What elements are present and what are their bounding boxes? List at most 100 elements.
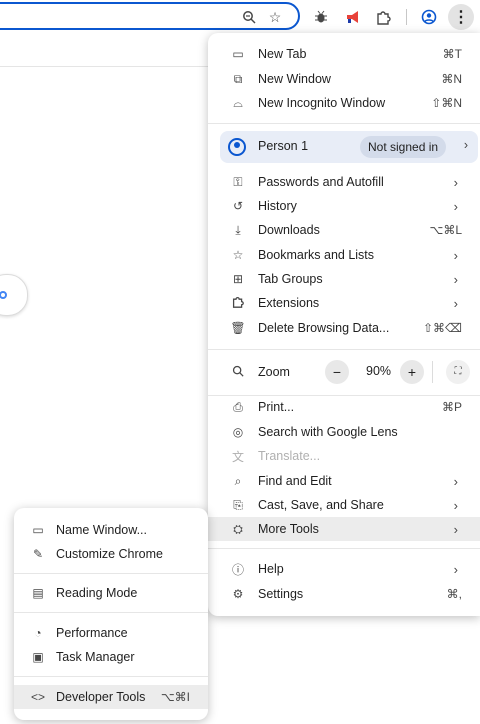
translate-icon: 文 <box>231 449 244 464</box>
chrome-main-menu: ▭ New Tab ⌘T ⧉ New Window ⌘N ⌓ New Incog… <box>208 33 480 616</box>
window-icon: ▭ <box>32 523 44 537</box>
find-page-icon: ⌕ <box>234 473 242 488</box>
menu-item-label: New Tab <box>258 47 307 61</box>
chevron-right-icon: › <box>453 271 458 287</box>
menu-item-lens[interactable]: ◎ Search with Google Lens <box>208 420 480 444</box>
menu-item-bookmarks[interactable]: ☆ Bookmarks and Lists › <box>208 243 480 267</box>
menu-item-label: Find and Edit <box>258 474 332 488</box>
menu-item-zoom: Zoom − 90% + ⛶ <box>208 356 480 388</box>
extensions-puzzle-icon <box>230 296 246 311</box>
menu-item-label: Extensions <box>258 296 320 310</box>
submenu-item-reading-mode[interactable]: ▤ Reading Mode <box>14 581 208 605</box>
code-brackets-icon: <> <box>30 690 45 704</box>
shortcut-label: ⇧⌘⌫ <box>422 321 462 335</box>
submenu-item-name-window[interactable]: ▭ Name Window... <box>14 518 208 542</box>
chevron-right-icon: › <box>453 521 458 537</box>
zoom-icon[interactable] <box>240 8 258 26</box>
menu-item-new-tab[interactable]: ▭ New Tab ⌘T <box>208 42 480 66</box>
bug-extension-icon[interactable] <box>312 8 330 26</box>
incognito-icon: ⌓ <box>233 95 243 110</box>
submenu-item-dev-tools[interactable]: <> Developer Tools ⌥⌘I <box>14 685 208 709</box>
sign-in-status-badge: Not signed in <box>360 136 447 158</box>
menu-item-extensions[interactable]: Extensions › <box>208 291 480 315</box>
menu-item-label: Developer Tools <box>56 690 146 704</box>
more-tools-submenu: ▭ Name Window... ✎ Customize Chrome ▤ Re… <box>14 508 208 720</box>
submenu-item-task-manager[interactable]: ▣ Task Manager <box>14 645 208 669</box>
menu-item-label: Name Window... <box>56 523 148 537</box>
profile-icon[interactable] <box>420 8 438 26</box>
toolbox-icon: ⛭ <box>233 521 243 536</box>
profile-avatar-icon <box>228 138 246 156</box>
printer-icon: ⎙ <box>233 399 243 414</box>
menu-item-label: Cast, Save, and Share <box>258 498 384 512</box>
menu-item-help[interactable]: ⓘ Help › <box>208 557 480 581</box>
submenu-item-customize[interactable]: ✎ Customize Chrome <box>14 542 208 566</box>
menu-item-label: Tab Groups <box>258 272 323 286</box>
menu-item-tab-groups[interactable]: ⊞ Tab Groups › <box>208 267 480 291</box>
menu-separator <box>208 123 480 124</box>
menu-item-label: Passwords and Autofill <box>258 175 384 189</box>
menu-item-new-window[interactable]: ⧉ New Window ⌘N <box>208 67 480 91</box>
browser-toolbar: ☆ ⋮ <box>0 0 480 34</box>
menu-item-label: Delete Browsing Data... <box>258 321 390 335</box>
zoom-divider <box>432 361 433 383</box>
menu-separator <box>14 612 208 613</box>
google-lens-icon: ◎ <box>232 425 244 439</box>
menu-separator <box>208 349 480 350</box>
menu-item-more-tools[interactable]: ⛭ More Tools › <box>208 517 480 541</box>
menu-item-label: Zoom <box>258 365 290 379</box>
extensions-puzzle-icon[interactable] <box>374 8 392 26</box>
menu-item-label: New Incognito Window <box>258 96 386 110</box>
menu-item-print[interactable]: ⎙ Print... ⌘P <box>208 395 480 419</box>
shortcut-label: ⌥⌘L <box>429 223 462 237</box>
profile-row[interactable]: Person 1 Not signed in › <box>220 131 478 163</box>
megaphone-extension-icon[interactable] <box>344 8 362 26</box>
menu-item-label: Bookmarks and Lists <box>258 248 375 262</box>
menu-item-label: More Tools <box>258 522 319 536</box>
chevron-right-icon: › <box>453 295 458 311</box>
chevron-right-icon: › <box>453 198 458 214</box>
menu-separator <box>14 676 208 677</box>
zoom-in-button[interactable]: + <box>400 360 424 384</box>
help-icon: ⓘ <box>231 562 244 577</box>
menu-item-translate: 文 Translate... <box>208 444 480 468</box>
trash-icon: 🗑︎ <box>230 321 246 335</box>
submenu-item-performance[interactable]: ◔ Performance <box>14 621 208 645</box>
fullscreen-icon[interactable]: ⛶ <box>446 360 470 384</box>
reading-mode-icon: ▤ <box>32 586 44 600</box>
menu-item-label: Performance <box>56 626 128 640</box>
menu-item-cast-save[interactable]: ⎘ Cast, Save, and Share › <box>208 493 480 517</box>
menu-separator <box>208 548 480 549</box>
chevron-right-icon: › <box>453 473 458 489</box>
menu-item-passwords[interactable]: ⚿ Passwords and Autofill › <box>208 170 480 194</box>
menu-item-label: Help <box>258 562 284 576</box>
menu-item-history[interactable]: ↺ History › <box>208 194 480 218</box>
menu-item-label: Print... <box>258 400 295 414</box>
shortcut-label: ⌘, <box>446 587 462 601</box>
menu-item-downloads[interactable]: ⤓ Downloads ⌥⌘L <box>208 218 480 242</box>
gear-icon: ⚙ <box>232 587 244 601</box>
chevron-right-icon: › <box>463 138 468 152</box>
menu-item-delete-data[interactable]: 🗑︎ Delete Browsing Data... ⇧⌘⌫ <box>208 316 480 340</box>
profile-name: Person 1 <box>258 139 309 153</box>
task-manager-icon: ▣ <box>32 650 44 664</box>
new-window-icon: ⧉ <box>233 71 243 86</box>
menu-item-label: New Window <box>258 72 331 86</box>
shortcut-label: ⌘P <box>441 400 462 414</box>
menu-item-label: Task Manager <box>56 650 135 664</box>
shortcut-label: ⌥⌘I <box>160 690 190 704</box>
shortcut-label: ⇧⌘N <box>431 96 462 110</box>
menu-item-incognito[interactable]: ⌓ New Incognito Window ⇧⌘N <box>208 91 480 115</box>
shortcut-label: ⌘T <box>442 47 462 61</box>
bookmark-star-icon[interactable]: ☆ <box>266 8 284 26</box>
new-tab-icon: ▭ <box>232 47 244 61</box>
menu-item-settings[interactable]: ⚙ Settings ⌘, <box>208 582 480 606</box>
pencil-icon: ✎ <box>32 547 44 561</box>
menu-item-label: Search with Google Lens <box>258 425 398 439</box>
zoom-level: 90% <box>366 364 392 378</box>
more-menu-icon[interactable]: ⋮ <box>448 4 474 30</box>
cast-save-icon: ⎘ <box>233 497 243 512</box>
zoom-out-button[interactable]: − <box>325 360 349 384</box>
menu-item-find-edit[interactable]: ⌕ Find and Edit › <box>208 469 480 493</box>
lens-floating-button[interactable] <box>0 274 28 316</box>
